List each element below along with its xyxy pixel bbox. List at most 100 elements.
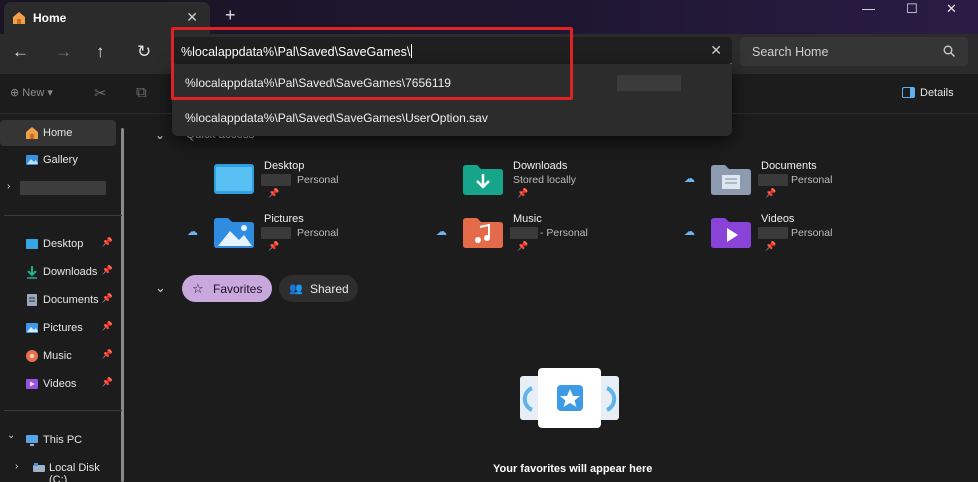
pin-icon[interactable]: 📌 <box>102 349 113 360</box>
close-button[interactable]: ✕ <box>946 1 957 17</box>
pin-icon[interactable]: 📌 <box>102 293 113 304</box>
folder-name: Music <box>513 213 542 225</box>
search-icon <box>943 45 955 57</box>
address-suggestions-dropdown: %localappdata%\Pal\Saved\SaveGames\76561… <box>172 64 732 136</box>
title-bar: Home ✕ + — ☐ ✕ <box>0 0 978 34</box>
disk-icon <box>33 463 45 472</box>
star-icon: ☆ <box>192 281 204 296</box>
chevron-right-icon[interactable]: › <box>7 181 10 192</box>
folder-name: Documents <box>761 160 817 172</box>
cut-icon[interactable]: ✂ <box>94 84 107 102</box>
cloud-icon: ☁ <box>684 226 695 238</box>
downloads-folder-icon <box>463 165 503 195</box>
music-folder-icon <box>463 218 503 248</box>
quick-access-pictures[interactable]: ☁ Pictures Personal 📌 <box>187 213 433 257</box>
copy-icon[interactable]: ⧉ <box>136 84 147 101</box>
sidebar-item-label: This PC <box>43 434 83 446</box>
folder-location: Personal <box>297 227 339 239</box>
videos-icon <box>26 379 38 389</box>
pin-icon: 📌 <box>517 188 529 198</box>
redacted-label <box>617 75 681 91</box>
sidebar-divider <box>4 410 122 411</box>
house-icon <box>26 127 38 139</box>
shared-filter-button[interactable]: 👥 Shared <box>279 275 358 302</box>
tab-close-icon[interactable]: ✕ <box>186 9 198 26</box>
chevron-right-icon[interactable]: › <box>15 461 18 472</box>
address-input[interactable]: %localappdata%\Pal\Saved\SaveGames\ <box>181 44 413 59</box>
quick-access-chevron-icon[interactable]: ⌄ <box>155 128 165 142</box>
suggestion-text: %localappdata%\Pal\Saved\SaveGames\76561… <box>185 76 451 90</box>
new-tab-button[interactable]: + <box>225 5 236 26</box>
folder-location: Personal <box>791 227 833 239</box>
redacted-label <box>20 181 106 195</box>
empty-state-message: Your favorites will appear here <box>493 463 653 475</box>
sidebar-item-home[interactable]: Home <box>0 120 116 146</box>
cloud-icon: ☁ <box>187 226 198 238</box>
tab-home[interactable]: Home ✕ <box>4 2 210 34</box>
shared-label: Shared <box>310 282 349 296</box>
search-placeholder: Search Home <box>752 45 829 59</box>
folder-location: - Personal <box>540 227 588 239</box>
clear-address-icon[interactable]: ✕ <box>710 42 722 59</box>
pin-icon: 📌 <box>765 188 777 198</box>
sidebar-item-label: Desktop <box>43 238 84 250</box>
maximize-button[interactable]: ☐ <box>906 1 918 17</box>
sidebar-item-label: Local Disk (C:) <box>49 462 100 482</box>
sidebar-item-music[interactable]: Music 📌 <box>0 343 116 369</box>
sidebar-item-label: Videos <box>43 378 77 390</box>
redacted-label <box>261 174 291 186</box>
sidebar-item-this-pc[interactable]: ⌄ This PC <box>0 427 116 453</box>
redacted-label <box>261 227 291 239</box>
details-button[interactable]: Details <box>902 87 954 99</box>
folder-name: Pictures <box>264 213 304 225</box>
house-icon <box>13 12 25 24</box>
suggestion-item[interactable]: %localappdata%\Pal\Saved\SaveGames\76561… <box>172 66 732 100</box>
suggestion-item[interactable]: %localappdata%\Pal\Saved\SaveGames\UserO… <box>172 101 732 135</box>
chevron-down-icon[interactable]: ⌄ <box>7 430 15 441</box>
pictures-folder-icon <box>214 218 254 248</box>
sidebar-item-label: Gallery <box>43 154 78 166</box>
quick-access-documents[interactable]: ☁ Documents Personal 📌 <box>684 160 930 204</box>
tab-title: Home <box>33 11 67 25</box>
desktop-icon <box>26 239 38 249</box>
quick-access-desktop[interactable]: Desktop Personal 📌 <box>213 160 433 204</box>
folder-name: Downloads <box>513 160 568 172</box>
pin-icon[interactable]: 📌 <box>102 265 113 276</box>
minimize-button[interactable]: — <box>862 1 875 16</box>
this-pc-icon <box>26 435 38 446</box>
sidebar-item-desktop[interactable]: Desktop 📌 <box>0 231 116 257</box>
sidebar-item-label: Downloads <box>43 266 98 278</box>
search-input[interactable]: Search Home <box>740 37 968 66</box>
folder-location: Personal <box>791 174 833 186</box>
sidebar-item-pictures[interactable]: Pictures 📌 <box>0 315 116 341</box>
pin-icon[interactable]: 📌 <box>102 377 113 388</box>
favorites-section-chevron-icon[interactable]: ⌄ <box>155 280 166 296</box>
address-bar[interactable]: %localappdata%\Pal\Saved\SaveGames\ ✕ <box>172 37 732 66</box>
music-icon <box>26 350 38 362</box>
sidebar-item-gallery[interactable]: Gallery <box>0 147 116 173</box>
refresh-icon[interactable]: ↻ <box>137 42 151 62</box>
redacted-label <box>758 174 788 186</box>
new-button[interactable]: ⊕ New ▾ <box>10 86 53 99</box>
up-icon[interactable]: ↑ <box>96 42 105 62</box>
pin-icon[interactable]: 📌 <box>102 321 113 332</box>
text-caret <box>411 44 413 58</box>
forward-icon[interactable]: → <box>55 42 72 62</box>
sidebar-item-local-disk[interactable]: › Local Disk (C:) <box>0 455 116 482</box>
back-icon[interactable]: ← <box>12 42 29 62</box>
sidebar-item-documents[interactable]: Documents 📌 <box>0 287 116 313</box>
pin-icon: 📌 <box>268 241 280 251</box>
favorites-filter-button[interactable]: ☆ Favorites <box>182 275 272 302</box>
desktop-folder-icon <box>214 164 254 194</box>
sidebar-scrollbar[interactable] <box>121 128 124 482</box>
sidebar-item-videos[interactable]: Videos 📌 <box>0 371 116 397</box>
pin-icon[interactable]: 📌 <box>102 237 113 248</box>
sidebar-item-onedrive-account[interactable]: › <box>0 175 116 201</box>
quick-access-videos[interactable]: ☁ Videos Personal 📌 <box>684 213 930 257</box>
downloads-icon <box>27 266 37 279</box>
sidebar-item-downloads[interactable]: Downloads 📌 <box>0 259 116 285</box>
cloud-icon: ☁ <box>684 173 695 185</box>
quick-access-downloads[interactable]: Downloads Stored locally 📌 <box>462 160 682 204</box>
sidebar-item-label: Documents <box>43 294 99 306</box>
quick-access-music[interactable]: ☁ Music - Personal 📌 <box>436 213 682 257</box>
